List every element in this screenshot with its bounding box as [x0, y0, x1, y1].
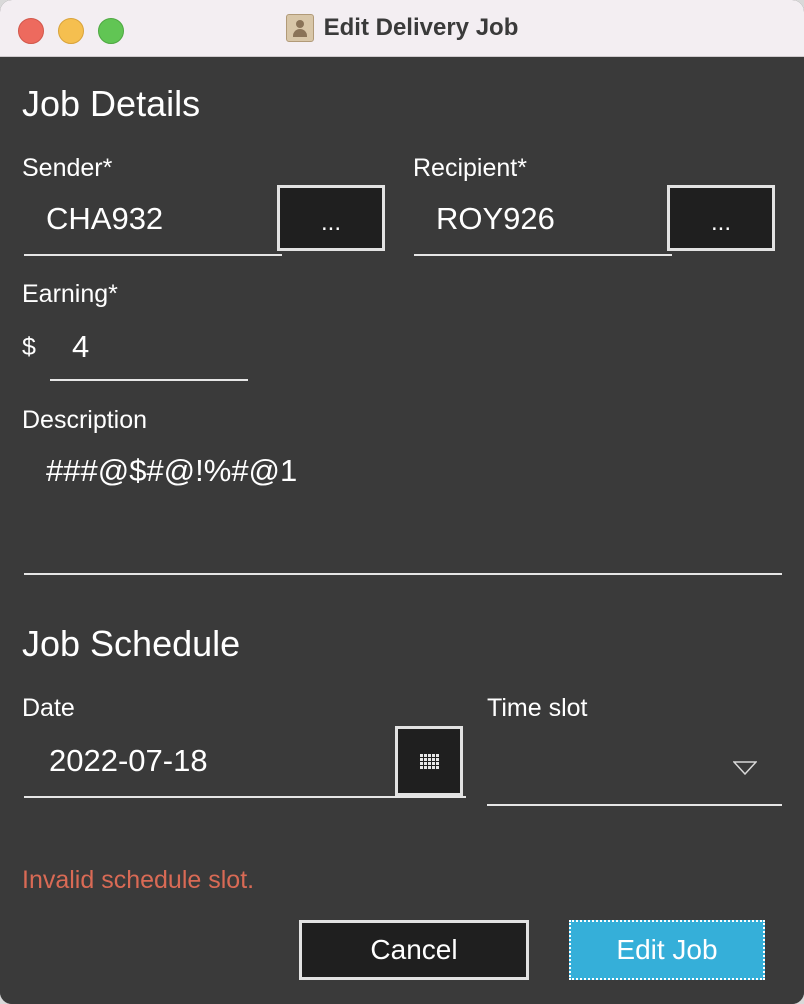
edit-delivery-job-window: Edit Delivery Job Job Details Sender* CH… — [0, 0, 804, 1004]
title-bar: Edit Delivery Job — [0, 0, 804, 57]
contact-card-icon — [285, 14, 314, 42]
recipient-label: Recipient* — [413, 154, 527, 182]
earning-value: 4 — [72, 329, 90, 364]
window-title-group: Edit Delivery Job — [0, 12, 804, 44]
error-message: Invalid schedule slot. — [22, 866, 255, 894]
description-underline — [24, 573, 782, 575]
sender-label: Sender* — [22, 154, 113, 182]
currency-symbol: $ — [22, 333, 36, 361]
sender-underline — [24, 254, 282, 256]
date-picker-button[interactable] — [395, 726, 463, 796]
window-title: Edit Delivery Job — [323, 14, 519, 41]
date-underline — [24, 796, 466, 798]
sender-value: CHA932 — [46, 201, 164, 236]
job-schedule-heading: Job Schedule — [22, 623, 241, 664]
time-slot-dropdown[interactable] — [487, 729, 782, 805]
recipient-picker-button[interactable]: ... — [667, 185, 775, 251]
job-details-heading: Job Details — [22, 83, 201, 124]
recipient-value: ROY926 — [436, 201, 555, 236]
time-slot-underline — [487, 804, 782, 806]
recipient-field[interactable]: ROY926 — [414, 187, 668, 255]
cancel-button[interactable]: Cancel — [299, 920, 529, 980]
date-input[interactable]: 2022-07-18 — [24, 727, 396, 797]
edit-job-button[interactable]: Edit Job — [569, 920, 765, 980]
chevron-down-icon — [733, 761, 757, 775]
dialog-content: Job Details Sender* CHA932 ... Recipient… — [0, 57, 804, 1004]
earning-input[interactable]: 4 — [50, 315, 248, 379]
date-label: Date — [22, 694, 75, 722]
earning-label: Earning* — [22, 280, 118, 308]
recipient-underline — [414, 254, 672, 256]
date-value: 2022-07-18 — [49, 743, 208, 778]
sender-field[interactable]: CHA932 — [24, 187, 278, 255]
earning-underline — [50, 379, 248, 381]
description-input[interactable]: ###@$#@!%#@1 — [24, 439, 782, 573]
calendar-icon — [419, 753, 439, 769]
description-value: ###@$#@!%#@1 — [46, 453, 298, 488]
time-slot-label: Time slot — [487, 694, 588, 722]
description-label: Description — [22, 406, 148, 434]
sender-picker-button[interactable]: ... — [277, 185, 385, 251]
